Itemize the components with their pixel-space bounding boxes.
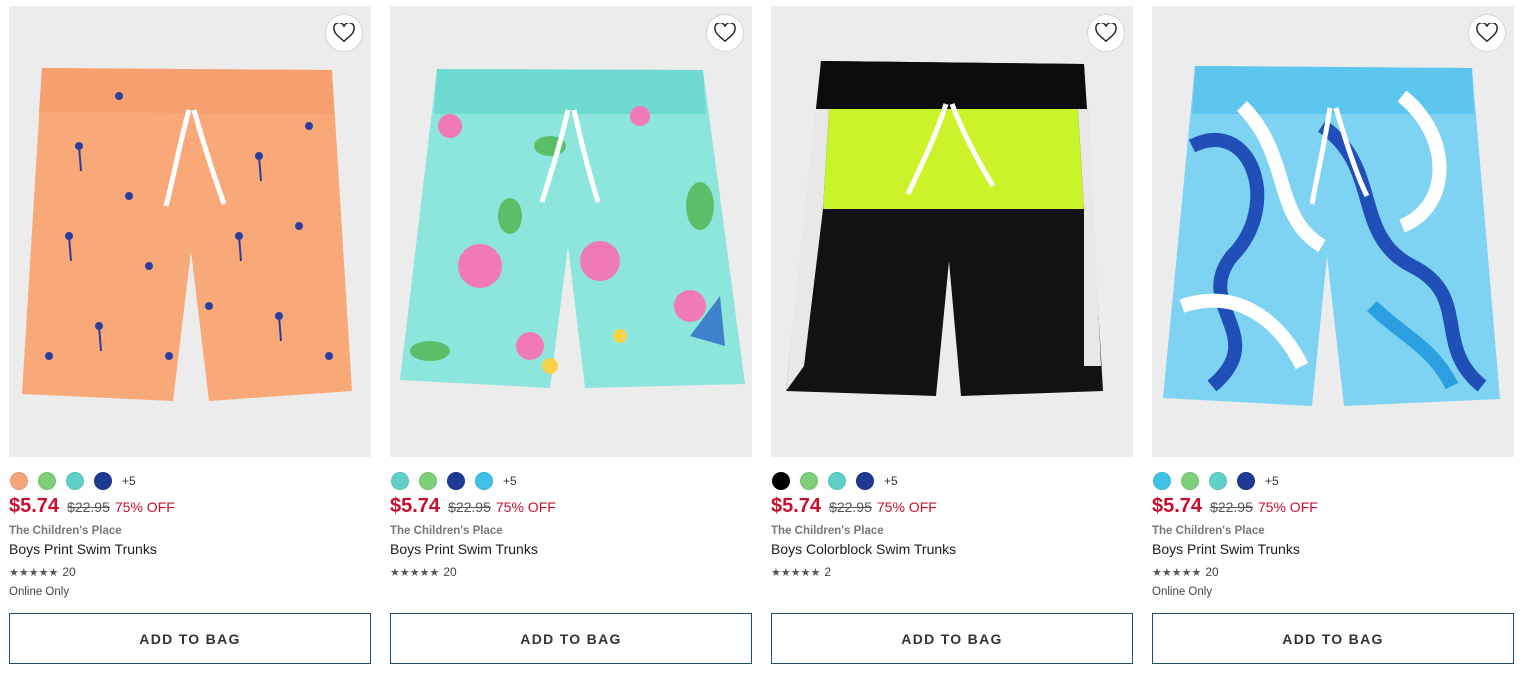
star-rating-icon: ★★★★★ (1152, 566, 1202, 579)
original-price: $22.95 (67, 499, 110, 515)
sale-price: $5.74 (390, 495, 441, 517)
color-swatch[interactable] (1153, 472, 1171, 490)
product-name[interactable]: Boys Print Swim Trunks (9, 541, 157, 557)
review-count: 20 (1205, 565, 1219, 579)
favorite-button[interactable] (706, 14, 744, 52)
swim-trunks-tropical-print-image (400, 69, 745, 388)
add-to-bag-button[interactable]: ADD TO BAG (1152, 613, 1514, 664)
color-swatch[interactable] (10, 472, 28, 490)
review-count: 20 (62, 565, 76, 579)
product-image[interactable] (771, 6, 1133, 457)
rating[interactable]: ★★★★★ 2 (771, 565, 831, 579)
add-to-bag-button[interactable]: ADD TO BAG (9, 613, 371, 664)
swim-trunks-orange-palm-image (22, 68, 352, 401)
rating[interactable]: ★★★★★ 20 (1152, 565, 1219, 579)
color-swatch[interactable] (828, 472, 846, 490)
product-card: +5 $5.74 $22.95 75% OFF The Children's P… (9, 6, 371, 666)
discount-badge: 75% OFF (876, 499, 937, 515)
original-price: $22.95 (829, 499, 872, 515)
product-image[interactable] (390, 6, 752, 457)
product-name[interactable]: Boys Colorblock Swim Trunks (771, 541, 956, 557)
brand-name: The Children's Place (390, 525, 503, 537)
swim-trunks-colorblock-image (786, 61, 1103, 396)
color-swatch[interactable] (66, 472, 84, 490)
sale-price: $5.74 (1152, 495, 1203, 517)
color-swatch[interactable] (1209, 472, 1227, 490)
discount-badge: 75% OFF (1257, 499, 1318, 515)
heart-outline-icon (1095, 23, 1117, 43)
add-to-bag-button[interactable]: ADD TO BAG (390, 613, 752, 664)
brand-name: The Children's Place (771, 525, 884, 537)
star-rating-icon: ★★★★★ (390, 566, 440, 579)
color-swatch[interactable] (800, 472, 818, 490)
online-only-label: Online Only (1152, 586, 1213, 598)
sale-price: $5.74 (9, 495, 60, 517)
color-swatch[interactable] (1181, 472, 1199, 490)
review-count: 20 (443, 565, 457, 579)
more-colors[interactable]: +5 (1265, 474, 1279, 488)
product-card: +5 $5.74 $22.95 75% OFF The Children's P… (771, 6, 1133, 666)
add-to-bag-button[interactable]: ADD TO BAG (771, 613, 1133, 664)
color-swatch[interactable] (38, 472, 56, 490)
brand-name: The Children's Place (9, 525, 122, 537)
online-only-label: Online Only (9, 586, 70, 598)
original-price: $22.95 (1210, 499, 1253, 515)
color-swatch[interactable] (391, 472, 409, 490)
product-image[interactable] (9, 6, 371, 457)
more-colors[interactable]: +5 (122, 474, 136, 488)
more-colors[interactable]: +5 (503, 474, 517, 488)
star-rating-icon: ★★★★★ (771, 566, 821, 579)
color-swatches: +5 (772, 472, 898, 490)
brand-name: The Children's Place (1152, 525, 1265, 537)
price-row: $5.74 $22.95 75% OFF (390, 495, 556, 518)
product-grid: +5 $5.74 $22.95 75% OFF The Children's P… (0, 0, 1522, 674)
product-name[interactable]: Boys Print Swim Trunks (1152, 541, 1300, 557)
color-swatch[interactable] (856, 472, 874, 490)
discount-badge: 75% OFF (495, 499, 556, 515)
heart-outline-icon (333, 23, 355, 43)
color-swatch[interactable] (772, 472, 790, 490)
swim-trunks-blue-marble-image (1163, 66, 1500, 406)
product-name[interactable]: Boys Print Swim Trunks (390, 541, 538, 557)
price-row: $5.74 $22.95 75% OFF (9, 495, 175, 518)
color-swatches: +5 (10, 472, 136, 490)
color-swatches: +5 (391, 472, 517, 490)
color-swatch[interactable] (447, 472, 465, 490)
sale-price: $5.74 (771, 495, 822, 517)
product-card: +5 $5.74 $22.95 75% OFF The Children's P… (1152, 6, 1514, 666)
heart-outline-icon (1476, 23, 1498, 43)
favorite-button[interactable] (325, 14, 363, 52)
favorite-button[interactable] (1468, 14, 1506, 52)
product-card: +5 $5.74 $22.95 75% OFF The Children's P… (390, 6, 752, 666)
color-swatches: +5 (1153, 472, 1279, 490)
color-swatch[interactable] (1237, 472, 1255, 490)
color-swatch[interactable] (419, 472, 437, 490)
price-row: $5.74 $22.95 75% OFF (771, 495, 937, 518)
star-rating-icon: ★★★★★ (9, 566, 59, 579)
color-swatch[interactable] (475, 472, 493, 490)
product-image[interactable] (1152, 6, 1514, 457)
original-price: $22.95 (448, 499, 491, 515)
discount-badge: 75% OFF (114, 499, 175, 515)
more-colors[interactable]: +5 (884, 474, 898, 488)
rating[interactable]: ★★★★★ 20 (390, 565, 457, 579)
favorite-button[interactable] (1087, 14, 1125, 52)
review-count: 2 (824, 565, 831, 579)
color-swatch[interactable] (94, 472, 112, 490)
price-row: $5.74 $22.95 75% OFF (1152, 495, 1318, 518)
rating[interactable]: ★★★★★ 20 (9, 565, 76, 579)
heart-outline-icon (714, 23, 736, 43)
